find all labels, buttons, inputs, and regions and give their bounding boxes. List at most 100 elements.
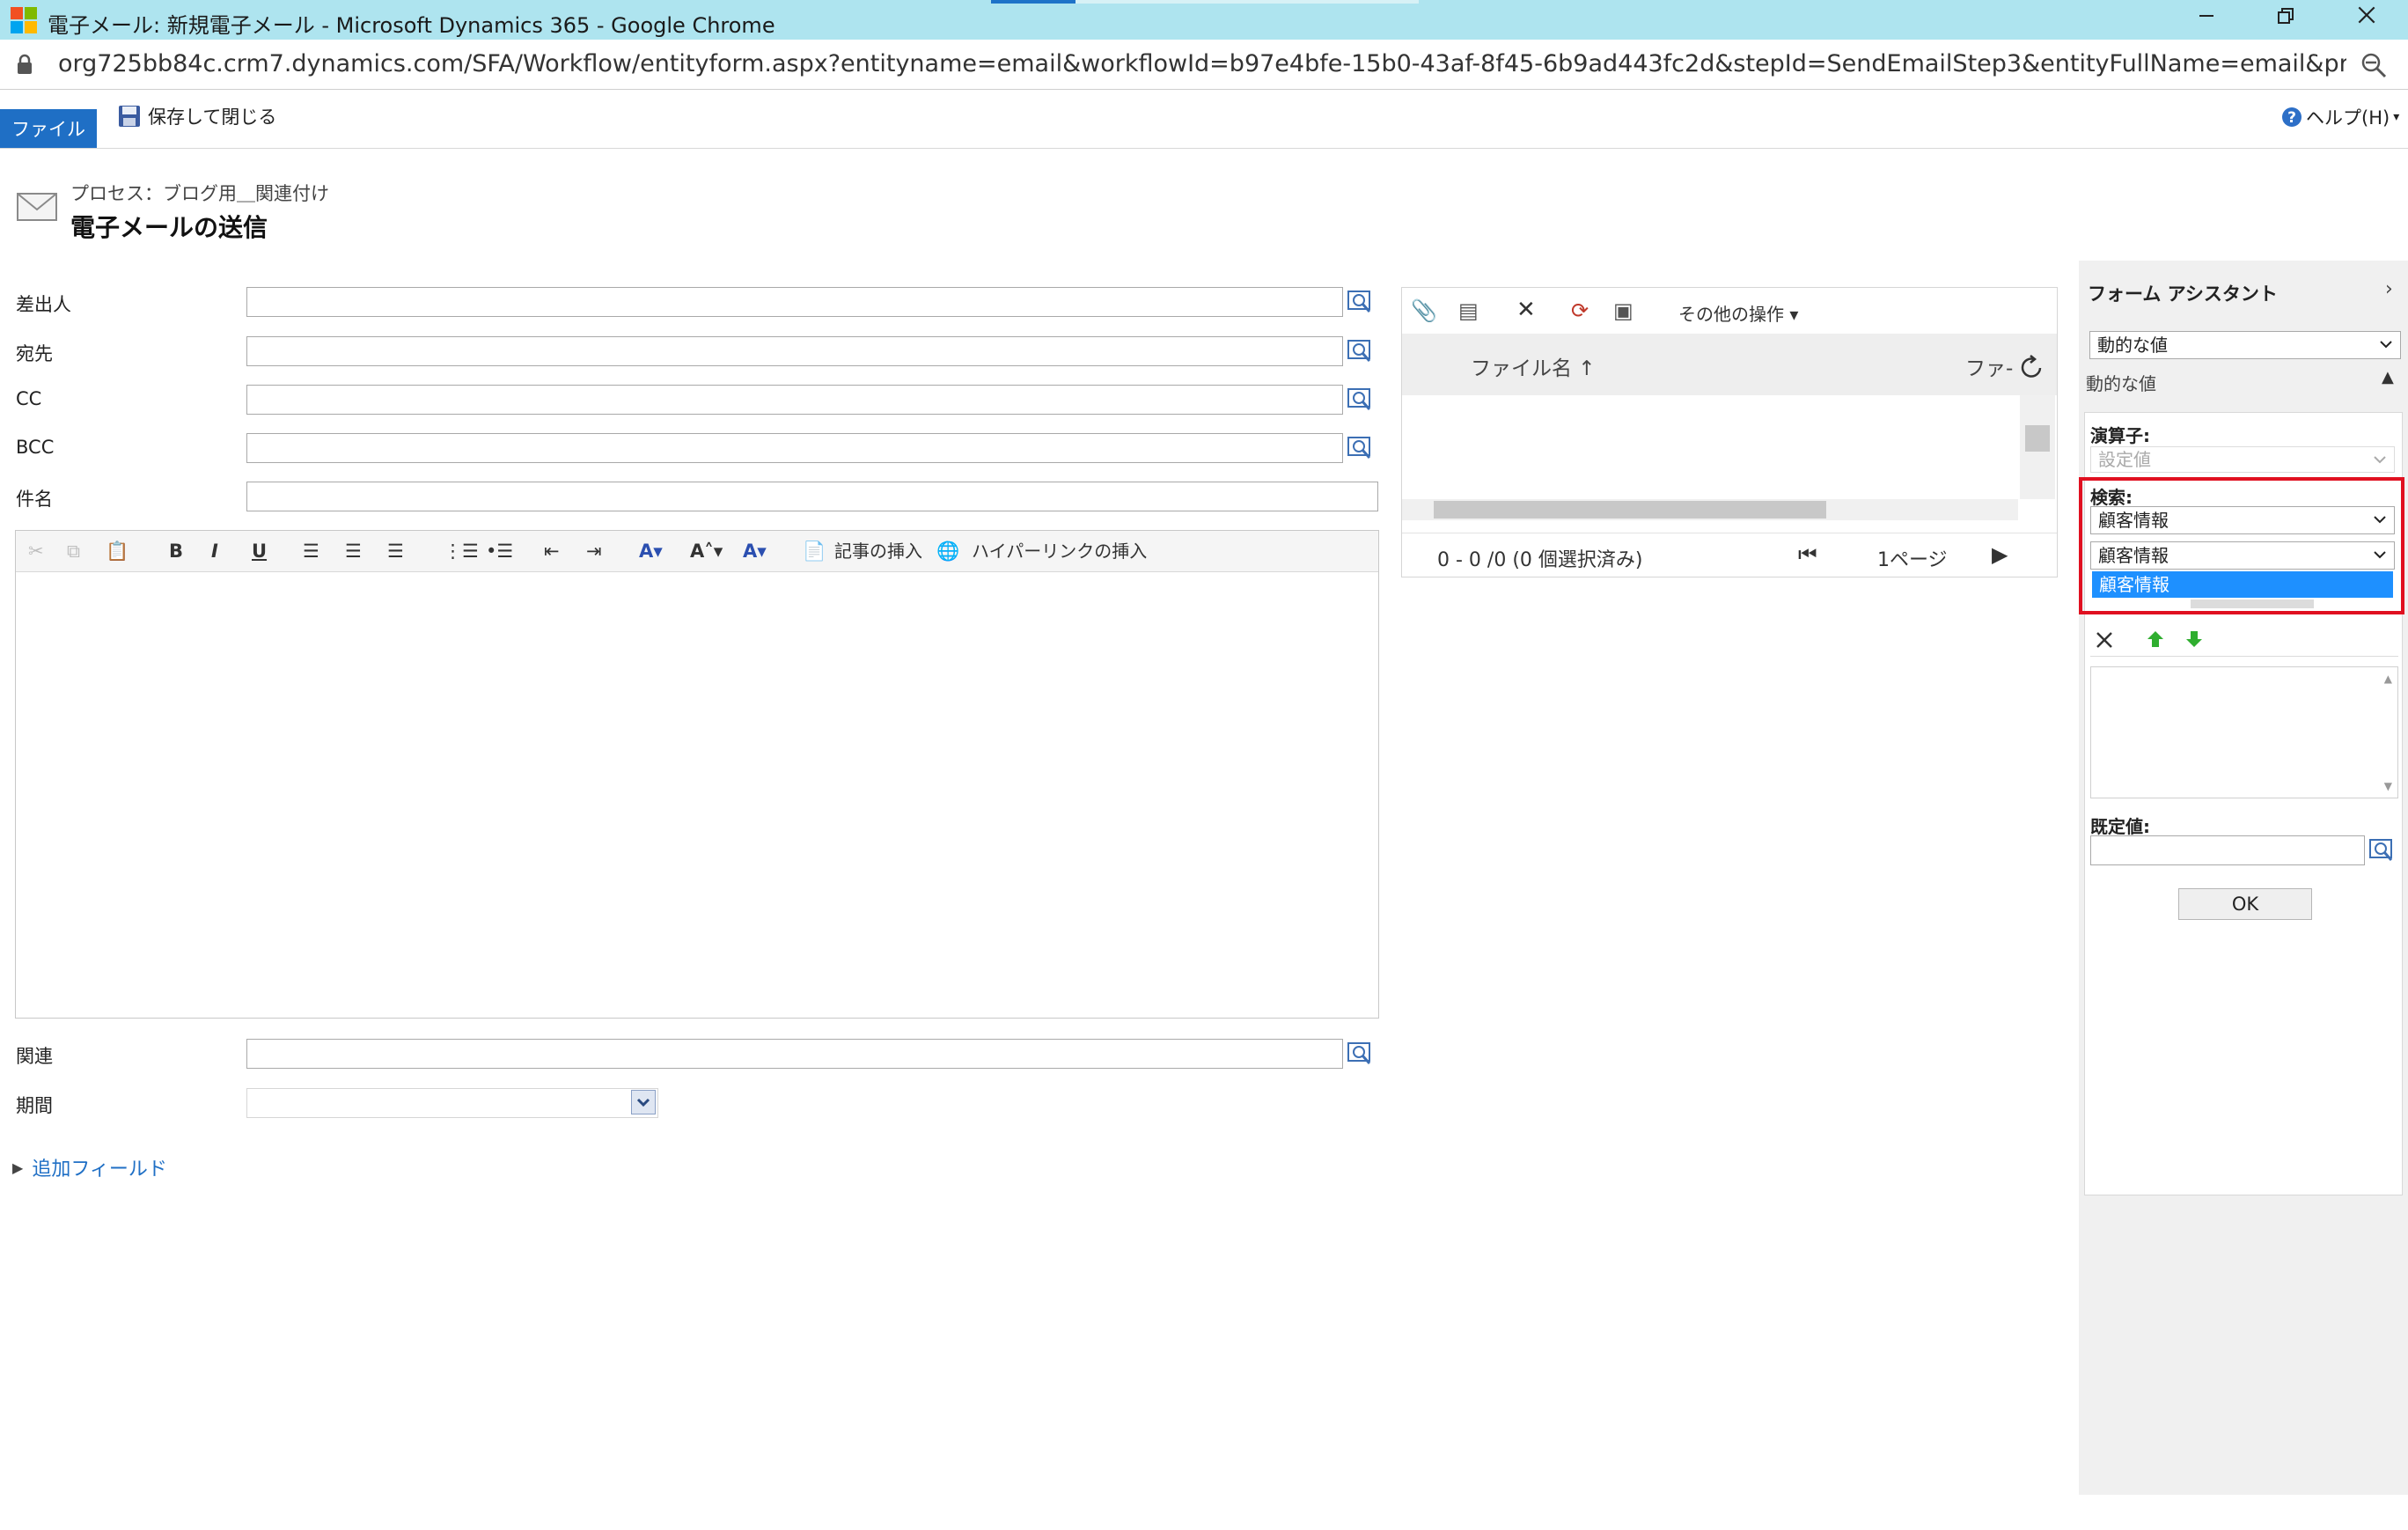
subject-label: 件名 [16, 489, 53, 510]
zoom-icon[interactable] [2359, 50, 2389, 80]
help-icon: ? [2282, 107, 2302, 127]
close-window-button[interactable] [2327, 0, 2406, 40]
restore-button[interactable] [2246, 0, 2325, 40]
scrollbar-thumb[interactable] [2025, 425, 2050, 452]
grid-header: ファイル名 ↑ ファ- [1402, 334, 2057, 395]
attach-icon[interactable]: 📎 [1411, 298, 1437, 323]
scrollbar-thumb[interactable] [1434, 501, 1826, 519]
from-lookup-button[interactable] [1345, 287, 1375, 317]
insert-article-button[interactable]: 記事の挿入 [834, 540, 922, 563]
lock-icon [18, 54, 32, 74]
duration-select[interactable] [246, 1088, 658, 1118]
operator-select-text: 設定値 [2098, 449, 2151, 470]
ribbon [0, 90, 2408, 149]
url-text[interactable]: org725bb84c.crm7.dynamics.com/SFA/Workfl… [58, 50, 2346, 77]
remove-icon[interactable] [2094, 629, 2115, 651]
column-file2[interactable]: ファ- [1965, 351, 2013, 381]
more-actions-label: その他の操作 [1678, 304, 1784, 325]
align-right-icon[interactable]: ☰ [387, 540, 404, 563]
from-field[interactable] [246, 287, 1343, 317]
bcc-lookup-button[interactable] [1345, 433, 1375, 463]
restore-icon [2278, 8, 2294, 24]
move-down-icon[interactable] [2185, 629, 2203, 649]
copy-icon[interactable]: ⧉ [67, 540, 80, 563]
vertical-scrollbar[interactable] [2020, 395, 2055, 499]
regarding-field[interactable] [246, 1039, 1343, 1069]
regarding-lookup-button[interactable] [1345, 1039, 1375, 1069]
grid-toolbar: 📎 ▤ ✕ ⟳ ▣ その他の操作 ▾ [1402, 288, 2057, 335]
section-label: 動的な値 [2086, 373, 2156, 394]
attachments-grid: 📎 ▤ ✕ ⟳ ▣ その他の操作 ▾ ファイル名 ↑ ファ- 0 - 0 /0 … [1401, 287, 2058, 577]
cc-field[interactable] [246, 385, 1343, 415]
tab-strip [1076, 0, 1419, 4]
scroll-down-icon[interactable]: ▼ [2384, 780, 2392, 792]
delete-icon[interactable]: ✕ [1516, 297, 1536, 323]
file-tab[interactable]: ファイル [0, 109, 97, 148]
align-left-icon[interactable]: ☰ [303, 540, 319, 563]
chevron-down-icon [636, 1098, 650, 1107]
chevron-right-icon[interactable]: › [2385, 278, 2393, 300]
dynamic-value-select[interactable]: 動的な値 [2089, 331, 2401, 359]
duration-dropdown-button[interactable] [631, 1090, 656, 1114]
operator-select[interactable]: 設定値 [2090, 446, 2395, 473]
first-page-icon[interactable]: ⏮ [1798, 542, 1817, 567]
cut-icon[interactable]: ✂ [28, 540, 44, 563]
paste-icon[interactable]: 📋 [106, 540, 128, 563]
run-report-icon[interactable]: ▣ [1613, 298, 1633, 323]
default-value-lookup-button[interactable] [2367, 835, 2397, 865]
highlight-annotation [2079, 477, 2404, 614]
address-bar[interactable]: org725bb84c.crm7.dynamics.com/SFA/Workfl… [0, 40, 2408, 90]
save-and-close-button[interactable]: 保存して閉じる [118, 102, 276, 130]
insert-hyperlink-button[interactable]: ハイパーリンクの挿入 [972, 540, 1147, 563]
page-number: 1ページ [1877, 549, 1948, 571]
article-icon: 📄 [803, 541, 826, 562]
increase-indent-icon[interactable]: ⇥ [586, 540, 602, 563]
lookup-icon [1347, 1042, 1371, 1064]
refresh-icon[interactable]: ⟳ [1571, 298, 1589, 323]
bcc-field[interactable] [246, 433, 1343, 463]
italic-button[interactable]: I [211, 540, 218, 563]
align-center-icon[interactable]: ☰ [345, 540, 362, 563]
scroll-up-icon[interactable]: ▲ [2384, 673, 2392, 685]
windows-logo-icon [11, 7, 37, 33]
grid-footer: 0 - 0 /0 (0 個選択済み) ⏮ 1ページ ▶ [1402, 533, 2057, 577]
lookup-icon [2369, 839, 2393, 861]
dynamic-values-list[interactable]: ▲ ▼ [2090, 666, 2398, 798]
editor-toolbar: ✂ ⧉ 📋 B I U ☰ ☰ ☰ ⋮☰ •☰ ⇤ ⇥ A▾ A˄▾ A▾ 📄 … [16, 531, 1378, 572]
cc-lookup-button[interactable] [1345, 385, 1375, 415]
highlight-color-icon[interactable]: A▾ [639, 540, 663, 563]
more-fields-toggle[interactable]: ▶ 追加フィールド [12, 1153, 167, 1181]
chevron-down-icon [2374, 456, 2386, 464]
font-size-icon[interactable]: A˄▾ [690, 540, 723, 563]
collapse-up-icon[interactable]: ▲ [2382, 368, 2394, 386]
minimize-button[interactable] [2167, 0, 2246, 40]
next-page-icon[interactable]: ▶ [1992, 542, 2008, 567]
column-filename[interactable]: ファイル名 ↑ [1471, 351, 1596, 381]
font-color-icon[interactable]: A▾ [743, 540, 767, 563]
save-and-close-label: 保存して閉じる [148, 107, 277, 128]
email-envelope-icon [17, 193, 57, 221]
underline-button[interactable]: U [252, 540, 267, 563]
ok-button[interactable]: OK [2178, 888, 2312, 920]
more-fields-label: 追加フィールド [32, 1159, 167, 1181]
default-value-field[interactable] [2090, 835, 2365, 865]
more-actions-button[interactable]: その他の操作 ▾ [1678, 300, 1798, 326]
refresh-grid-icon[interactable] [2016, 353, 2046, 383]
subject-field[interactable] [246, 482, 1378, 511]
form-assistant-panel: フォーム アシスタント › 動的な値 動的な値 ▲ 演算子: 設定値 検索: 顧… [2079, 261, 2408, 1495]
email-body-editor[interactable]: ✂ ⧉ 📋 B I U ☰ ☰ ☰ ⋮☰ •☰ ⇤ ⇥ A▾ A˄▾ A▾ 📄 … [15, 530, 1379, 1019]
regarding-label: 関連 [16, 1046, 53, 1067]
notes-icon[interactable]: ▤ [1458, 298, 1479, 323]
bold-button[interactable]: B [169, 540, 183, 563]
help-button[interactable]: ? ヘルプ(H) ▾ [2281, 104, 2399, 130]
numbered-list-icon[interactable]: ⋮☰ [444, 540, 479, 563]
decrease-indent-icon[interactable]: ⇤ [544, 540, 560, 563]
horizontal-scrollbar[interactable] [1402, 499, 2018, 520]
bulleted-list-icon[interactable]: •☰ [486, 540, 513, 563]
chevron-down-icon: ▾ [2393, 110, 2400, 124]
from-label: 差出人 [16, 294, 71, 315]
move-up-icon[interactable] [2147, 629, 2164, 649]
to-lookup-button[interactable] [1345, 336, 1375, 366]
triangle-right-icon: ▶ [12, 1159, 24, 1176]
to-field[interactable] [246, 336, 1343, 366]
